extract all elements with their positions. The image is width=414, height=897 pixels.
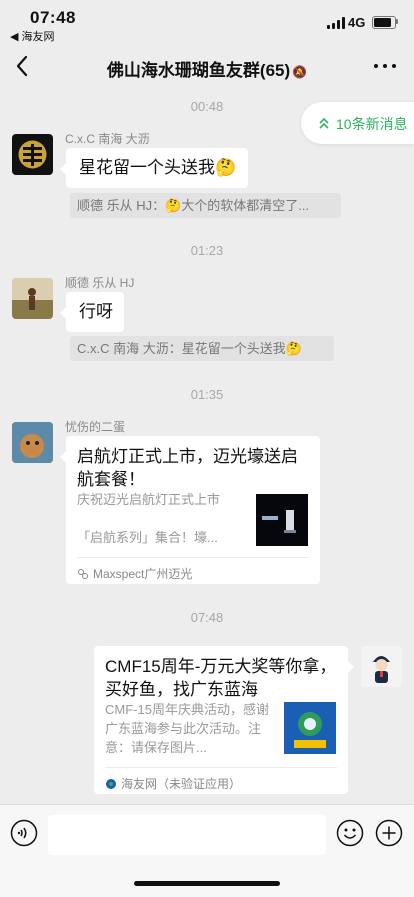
chat-header: 佛山海水珊瑚鱼友群(65) 🔕 bbox=[0, 44, 414, 88]
card-title: 启航灯正式上市，迈光壕送启航套餐！ bbox=[77, 447, 298, 489]
message-timestamp: 07:48 bbox=[190, 610, 224, 625]
more-options-icon[interactable] bbox=[370, 56, 400, 76]
avatar[interactable] bbox=[12, 134, 53, 175]
my-avatar[interactable] bbox=[361, 646, 402, 687]
message-text: 行呀 bbox=[79, 302, 113, 321]
avatar[interactable] bbox=[12, 278, 53, 319]
card-source-label: 海友网（未验证应用） bbox=[121, 777, 242, 791]
status-bar: 07:48 ◀ 海友网 4G bbox=[0, 0, 414, 44]
link-card[interactable]: 启航灯正式上市，迈光壕送启航套餐！ 庆祝迈光启航灯正式上市 「启航系列」集合！壕… bbox=[60, 436, 320, 586]
message-timestamp: 01:35 bbox=[190, 387, 224, 402]
battery-icon bbox=[372, 16, 396, 29]
voice-input-icon[interactable] bbox=[10, 819, 38, 847]
quoted-message[interactable]: C.x.C 南海 大沥：星花留一个头送我🤔 bbox=[70, 336, 334, 361]
card-source: Maxspect广州迈光 bbox=[77, 563, 192, 586]
message-timestamp: 00:48 bbox=[190, 99, 224, 114]
sender-name: 忧伤的二蛋 bbox=[65, 420, 126, 434]
card-source-label: Maxspect广州迈光 bbox=[93, 567, 193, 581]
card-description: CMF-15周年庆典活动，感谢广东蓝海参与此次活动。注意：请保存图片... bbox=[105, 702, 269, 755]
new-messages-label: 10条新消息 bbox=[336, 116, 408, 132]
message-bubble[interactable]: 行呀 bbox=[60, 292, 124, 332]
double-chevron-up-icon bbox=[319, 117, 329, 129]
card-title: CMF15周年-万元大奖等你拿，买好鱼，找广东蓝海 bbox=[105, 657, 337, 699]
card-separator bbox=[77, 557, 309, 558]
battery-tip bbox=[396, 19, 398, 24]
home-indicator bbox=[134, 881, 280, 886]
avatar[interactable] bbox=[12, 422, 53, 463]
group-name: 佛山海水珊瑚鱼友群(65) bbox=[106, 61, 291, 80]
card-thumbnail bbox=[256, 494, 308, 546]
message-input[interactable] bbox=[48, 815, 326, 855]
back-to-app-link[interactable]: ◀ 海友网 bbox=[10, 28, 55, 44]
card-thumbnail bbox=[284, 702, 336, 754]
back-icon[interactable] bbox=[10, 50, 36, 82]
chat-title: 佛山海水珊瑚鱼友群(65) 🔕 bbox=[60, 56, 354, 81]
plus-icon[interactable] bbox=[375, 819, 403, 847]
message-text: 星花留一个头送我🤔 bbox=[79, 158, 237, 177]
sender-name: C.x.C 南海 大沥 bbox=[65, 132, 150, 146]
app-icon bbox=[106, 779, 116, 789]
mini-program-icon bbox=[78, 569, 88, 579]
network-type: 4G bbox=[348, 15, 366, 30]
status-time: 07:48 bbox=[30, 8, 76, 27]
signal-icon bbox=[327, 17, 345, 29]
link-card[interactable]: CMF15周年-万元大奖等你拿，买好鱼，找广东蓝海 CMF-15周年庆典活动，感… bbox=[94, 646, 354, 796]
mute-icon: 🔕 bbox=[292, 65, 308, 79]
message-timestamp: 01:23 bbox=[190, 243, 224, 258]
card-source: 海友网（未验证应用） bbox=[105, 773, 241, 796]
emoji-icon[interactable] bbox=[336, 819, 364, 847]
message-bubble[interactable]: 星花留一个头送我🤔 bbox=[60, 148, 248, 188]
card-separator bbox=[105, 767, 337, 768]
sender-name: 顺德 乐从 HJ bbox=[65, 276, 135, 290]
quoted-message[interactable]: 顺德 乐从 HJ：🤔大个的软体都清空了... bbox=[70, 193, 341, 218]
card-description: 庆祝迈光启航灯正式上市 「启航系列」集合！壕... bbox=[77, 492, 221, 545]
